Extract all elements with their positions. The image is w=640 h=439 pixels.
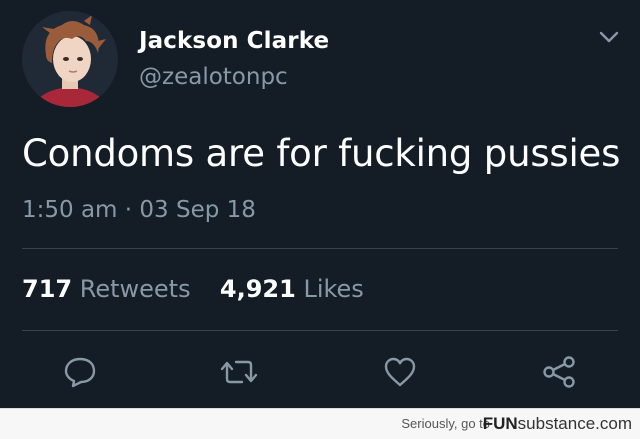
engagement-stats: 717 Retweets 4,921 Likes (22, 275, 364, 303)
reply-button[interactable] (60, 352, 100, 392)
share-icon (543, 356, 575, 388)
author-display-name[interactable]: Jackson Clarke (139, 28, 329, 54)
avatar-image (22, 11, 118, 107)
divider-top (22, 248, 618, 249)
tweet-timestamp[interactable]: 1:50 am · 03 Sep 18 (22, 197, 256, 223)
retweet-icon (220, 360, 258, 384)
retweets-count: 717 (22, 275, 73, 303)
reply-icon (64, 357, 96, 388)
footer-tagline: Seriously, go to (401, 416, 490, 431)
footer-brand[interactable]: FUNsubstance.com (483, 414, 632, 434)
avatar[interactable] (22, 11, 118, 107)
brand-bold: FUN (482, 414, 518, 433)
retweets-stat[interactable]: 717 Retweets (22, 275, 198, 303)
brand-rest: substance.com (517, 414, 632, 433)
like-icon (384, 357, 416, 387)
chevron-down-icon[interactable] (596, 26, 622, 48)
watermark-footer: Seriously, go to FUNsubstance.com (0, 408, 640, 439)
likes-label: Likes (303, 275, 364, 303)
retweets-label: Retweets (79, 275, 191, 303)
like-button[interactable] (380, 352, 420, 392)
likes-stat[interactable]: 4,921 Likes (220, 275, 364, 303)
author-handle[interactable]: @zealotonpc (139, 64, 288, 90)
share-button[interactable] (539, 352, 579, 392)
divider-bottom (22, 330, 618, 331)
likes-count: 4,921 (219, 275, 296, 303)
retweet-button[interactable] (219, 352, 259, 392)
tweet-card: Jackson Clarke @zealotonpc Condoms are f… (0, 0, 640, 408)
tweet-text: Condoms are for fucking pussies (22, 132, 621, 175)
